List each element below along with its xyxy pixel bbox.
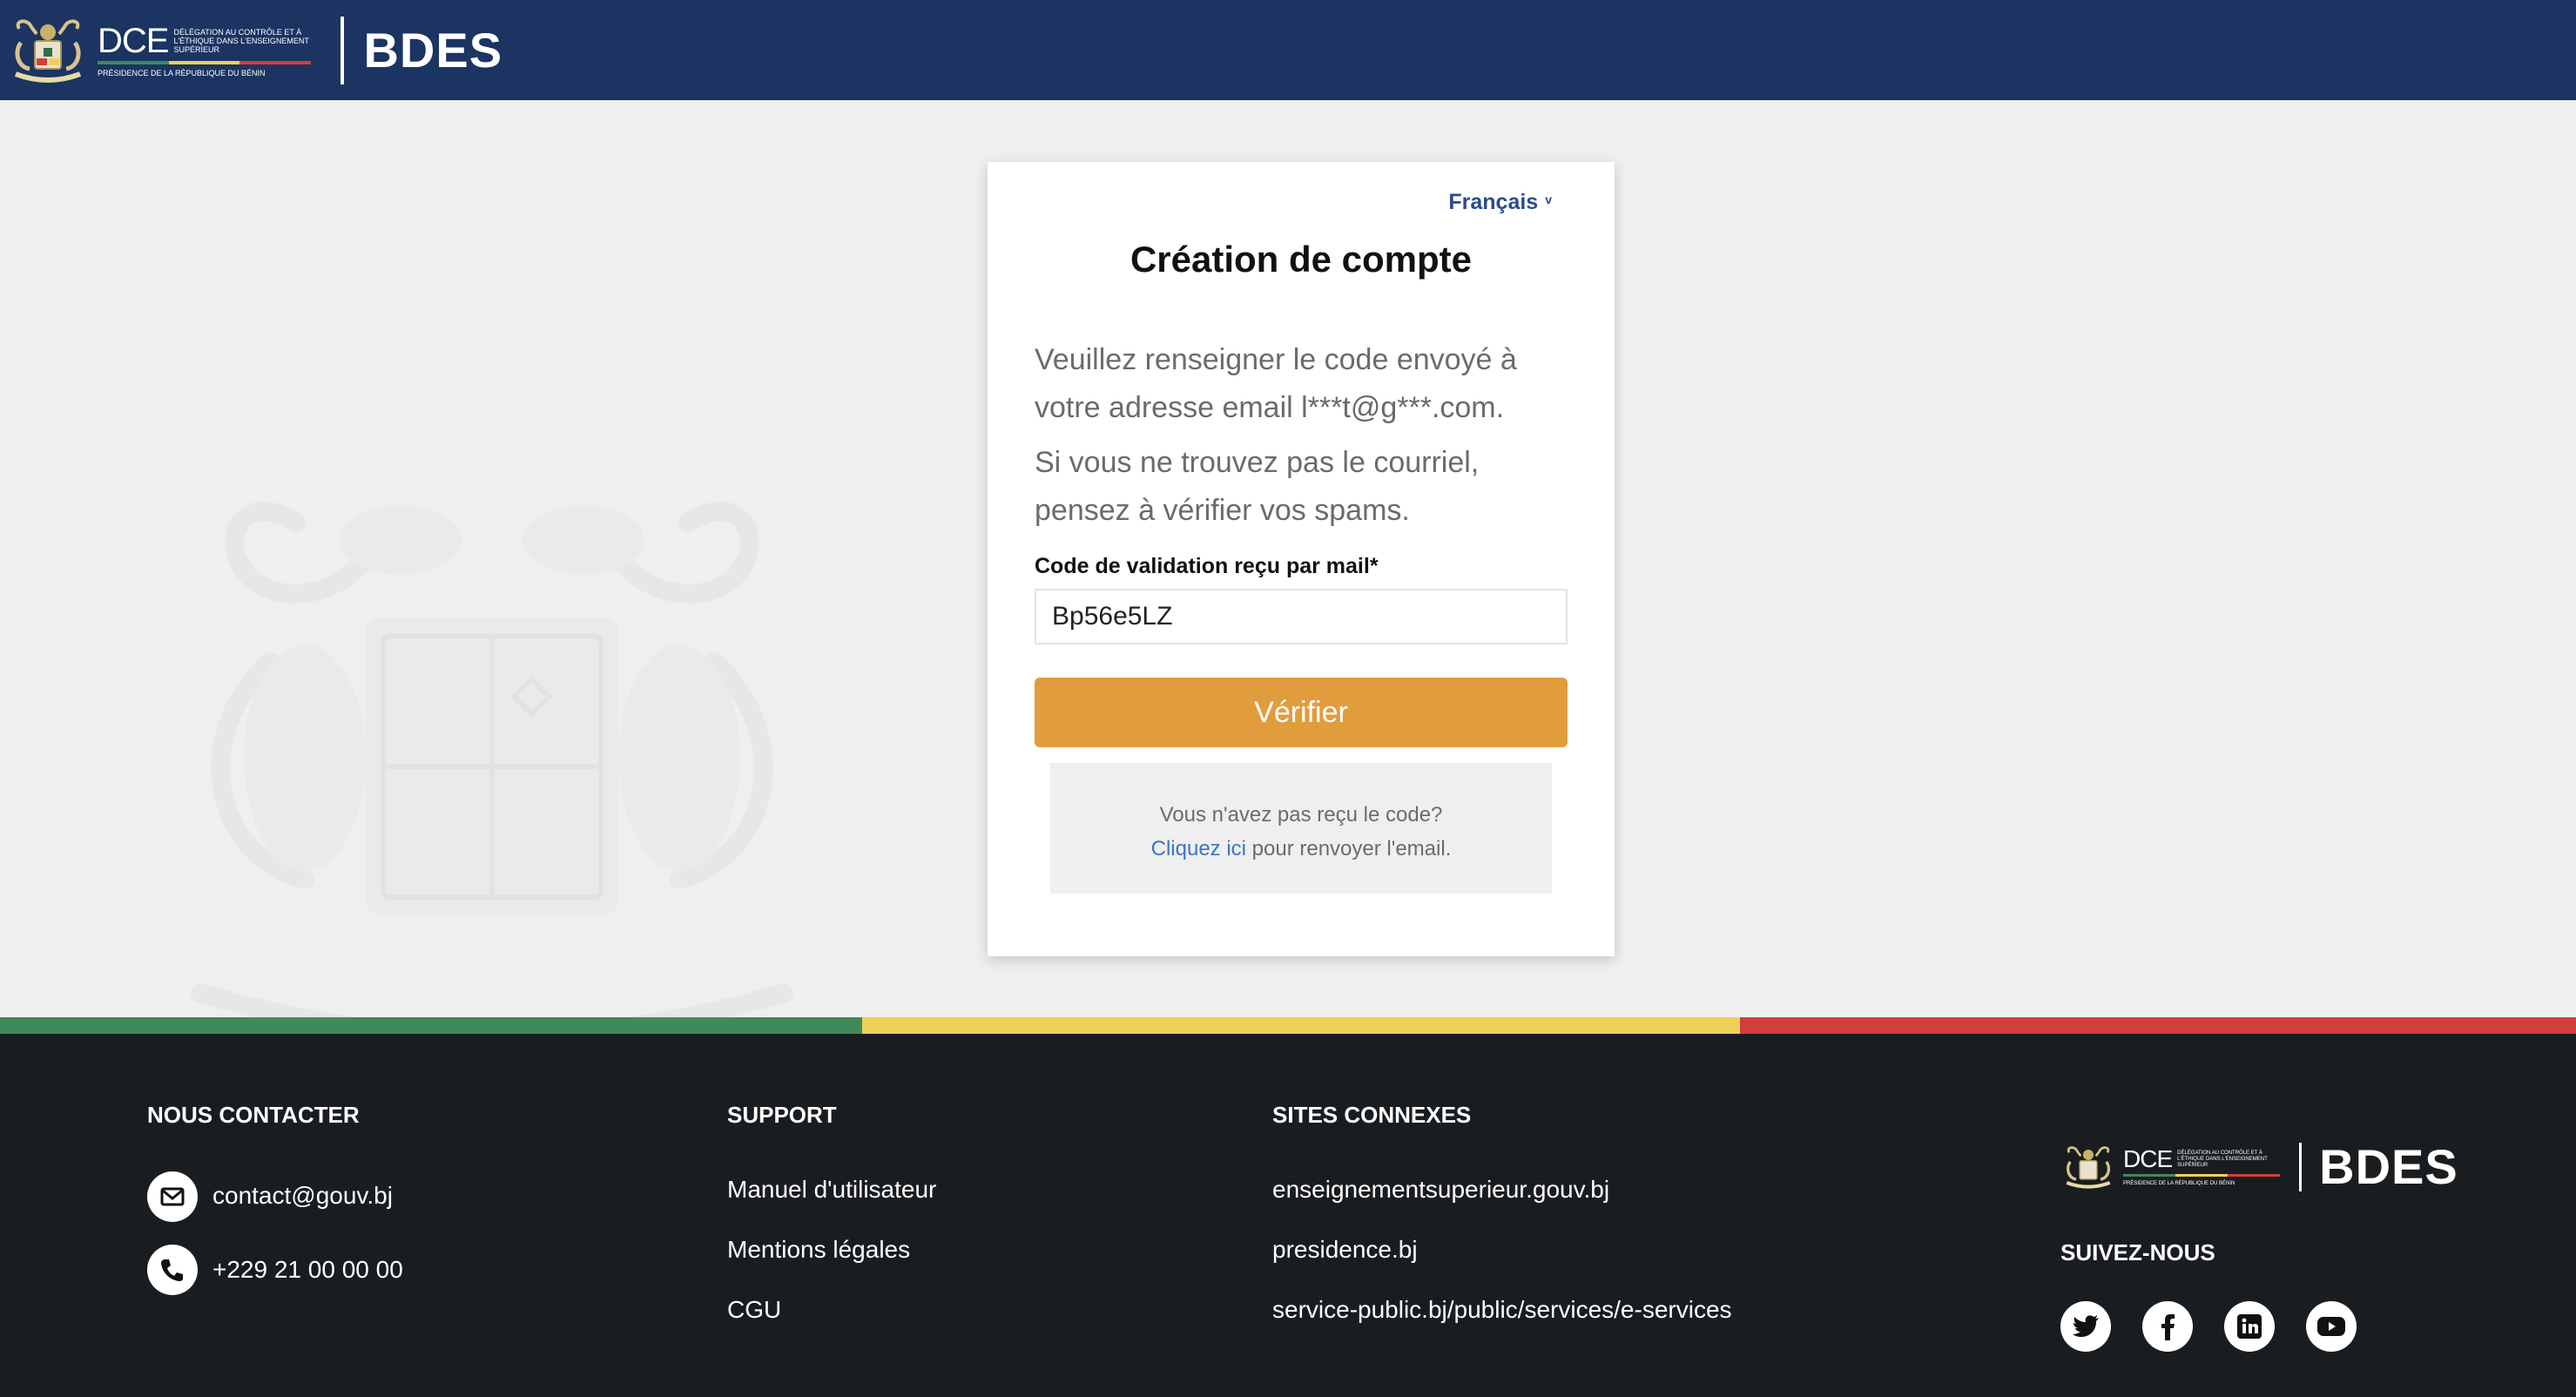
flag-green-band — [0, 1017, 862, 1034]
resend-link[interactable]: Cliquez ici — [1151, 837, 1246, 860]
footer-dce-block: DCE Délégation au contrôle et à l'éthiqu… — [2123, 1147, 2282, 1186]
footer-link-user-manual[interactable]: Manuel d'utilisateur — [727, 1176, 936, 1204]
dce-letters: DCE — [98, 21, 169, 60]
flag-yellow-band — [862, 1017, 1740, 1034]
footer-app-title: BDES — [2319, 1139, 2458, 1194]
validation-code-input[interactable] — [1035, 589, 1568, 645]
page-footer: NOUS CONTACTER contact@gouv.bj +229 21 0… — [0, 1034, 2576, 1397]
header-divider — [341, 16, 345, 84]
chevron-down-icon: v — [1545, 192, 1552, 206]
facebook-icon[interactable] — [2142, 1301, 2193, 1352]
support-heading: SUPPORT — [727, 1102, 837, 1128]
footer-link-service-public[interactable]: service-public.bj/public/services/e-serv… — [1272, 1296, 1732, 1324]
resend-rest-text: pour renvoyer l'email. — [1246, 837, 1452, 860]
footer-link-cgu[interactable]: CGU — [727, 1296, 781, 1324]
coat-of-arms-watermark — [191, 502, 793, 1028]
coat-of-arms-logo[interactable] — [9, 16, 87, 85]
footer-presidency-label: Présidence de la République du Bénin — [2123, 1181, 2235, 1186]
page-title: Création de compte — [1130, 239, 1473, 280]
dce-flag-line — [98, 60, 312, 64]
footer-dce-subtitle: Délégation au contrôle et à l'éthique da… — [2177, 1150, 2268, 1168]
app-title: BDES — [363, 23, 503, 78]
contact-email-link[interactable]: contact@gouv.bj — [212, 1182, 393, 1210]
resend-code-box: Vous n'avez pas reçu le code? Cliquez ic… — [1050, 763, 1552, 894]
language-selector[interactable]: Français v — [1448, 190, 1552, 215]
follow-us-heading: SUIVEZ-NOUS — [2060, 1239, 2215, 1265]
footer-link-legal-notice[interactable]: Mentions légales — [727, 1236, 910, 1264]
contact-phone-link[interactable]: +229 21 00 00 00 — [212, 1256, 403, 1284]
mail-icon — [147, 1171, 198, 1222]
top-header: DCE Délégation au contrôle et à l'éthiqu… — [0, 0, 2576, 100]
footer-dce-flag-line — [2123, 1174, 2280, 1177]
instruction-text: Veuillez renseigner le code envoyé à vot… — [1035, 343, 1517, 424]
footer-coat-of-arms-icon — [2066, 1145, 2111, 1189]
verify-button[interactable]: Vérifier — [1035, 678, 1568, 747]
resend-question: Vous n'avez pas reçu le code? — [1159, 803, 1443, 827]
linkedin-icon[interactable] — [2224, 1301, 2275, 1352]
flag-red-band — [1740, 1017, 2576, 1034]
code-field-label: Code de validation reçu par mail* — [1035, 554, 1379, 578]
presidency-label: Présidence de la République du Bénin — [98, 68, 266, 78]
youtube-icon[interactable] — [2306, 1301, 2357, 1352]
language-label: Français — [1448, 190, 1539, 214]
resend-line: Cliquez ici pour renvoyer l'email. — [1050, 832, 1552, 866]
related-sites-heading: SITES CONNEXES — [1272, 1102, 1472, 1128]
footer-link-enseignement[interactable]: enseignementsuperieur.gouv.bj — [1272, 1176, 1609, 1204]
phone-icon — [147, 1245, 198, 1295]
dce-logo: DCE Délégation au contrôle et à l'éthiqu… — [98, 24, 321, 78]
twitter-icon[interactable] — [2060, 1301, 2111, 1352]
spam-hint-text: Si vous ne trouvez pas le courriel, pens… — [1035, 446, 1480, 527]
footer-logo-divider — [2299, 1142, 2303, 1191]
footer-dce-letters: DCE — [2123, 1145, 2173, 1172]
account-creation-card: Français v Création de compte Veuillez r… — [988, 162, 1615, 956]
flag-color-strip — [0, 1017, 2576, 1034]
contact-heading: NOUS CONTACTER — [147, 1102, 360, 1128]
dce-subtitle: Délégation au contrôle et à l'éthique da… — [173, 27, 309, 54]
footer-link-presidence[interactable]: presidence.bj — [1272, 1236, 1418, 1264]
footer-logo: DCE Délégation au contrôle et à l'éthiqu… — [2060, 1138, 2458, 1195]
